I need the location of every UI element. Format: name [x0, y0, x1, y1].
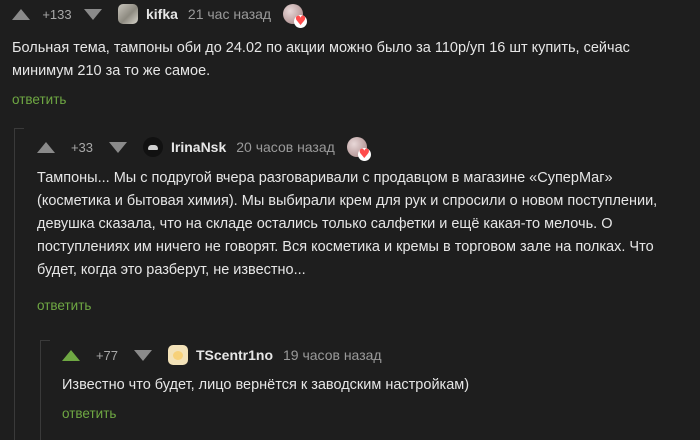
comment-username[interactable]: IrinaNsk: [171, 139, 226, 155]
character-avatar-icon[interactable]: [168, 345, 188, 365]
comment-rating: +77: [95, 347, 119, 363]
award-badge-icon: [346, 137, 371, 161]
downvote-button[interactable]: [134, 349, 152, 361]
cat-avatar-icon[interactable]: [118, 4, 138, 24]
car-avatar-icon[interactable]: [143, 137, 163, 157]
comment-time: 20 часов назад: [236, 139, 335, 155]
comment-rating: +33: [70, 139, 94, 155]
comment-text: Больная тема, тампоны оби до 24.02 по ак…: [12, 40, 630, 79]
comment-username[interactable]: kifka: [146, 6, 178, 22]
upvote-button[interactable]: [62, 349, 80, 361]
upvote-button[interactable]: [12, 8, 30, 20]
reply-link[interactable]: ответить: [37, 298, 91, 313]
upvote-button[interactable]: [37, 141, 55, 153]
comment-header: +133 kifka 21 час назад: [12, 2, 308, 28]
comment-time: 19 часов назад: [283, 347, 382, 363]
award-badge-icon: [283, 4, 308, 28]
thread-line-level1: [14, 128, 15, 440]
downvote-button[interactable]: [109, 141, 127, 153]
comment-text: Тампоны... Мы с подругой вчера разговари…: [37, 170, 658, 278]
thread-tick-level2: [40, 340, 50, 341]
downvote-button[interactable]: [84, 8, 102, 20]
reply-link[interactable]: ответить: [62, 406, 116, 421]
comment-header: +33 IrinaNsk 20 часов назад: [37, 135, 371, 161]
comment-text: Известно что будет, лицо вернётся к заво…: [62, 377, 470, 393]
reply-link[interactable]: ответить: [12, 92, 66, 107]
comment-time: 21 час назад: [187, 6, 272, 22]
thread-tick-level1: [14, 128, 24, 129]
comment-username[interactable]: TScentr1no: [196, 347, 273, 363]
comment-rating: +133: [42, 6, 72, 22]
comment-header: +77 TScentr1no 19 часов назад: [62, 343, 382, 367]
thread-line-level2: [40, 340, 41, 440]
